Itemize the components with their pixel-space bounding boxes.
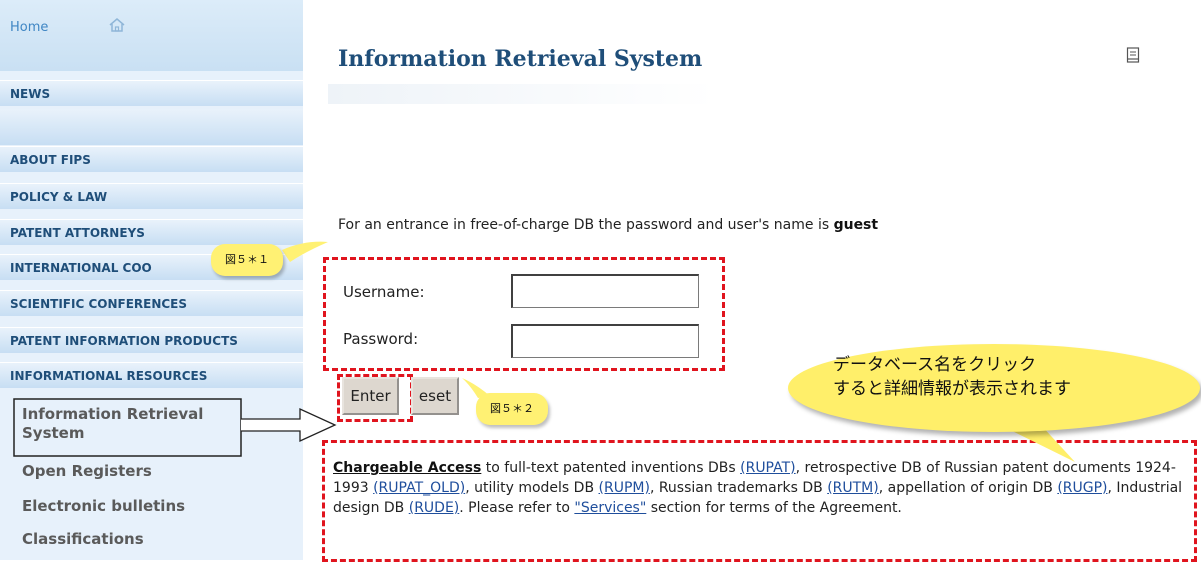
arrow-icon [241, 407, 337, 443]
callout-line-1: データベース名をクリック [833, 355, 1037, 375]
sidebar-item-highlight [13, 398, 242, 457]
callout-fig2: 図５＊２ [476, 393, 548, 425]
annotation-overlay [13, 241, 1075, 462]
callout-fig1: 図５＊１ [211, 244, 283, 276]
callout-text: データベース名をクリック すると詳細情報が表示されます [833, 353, 1163, 401]
callout-line-2: すると詳細情報が表示されます [833, 379, 1071, 399]
callout-tail-1 [282, 241, 328, 262]
